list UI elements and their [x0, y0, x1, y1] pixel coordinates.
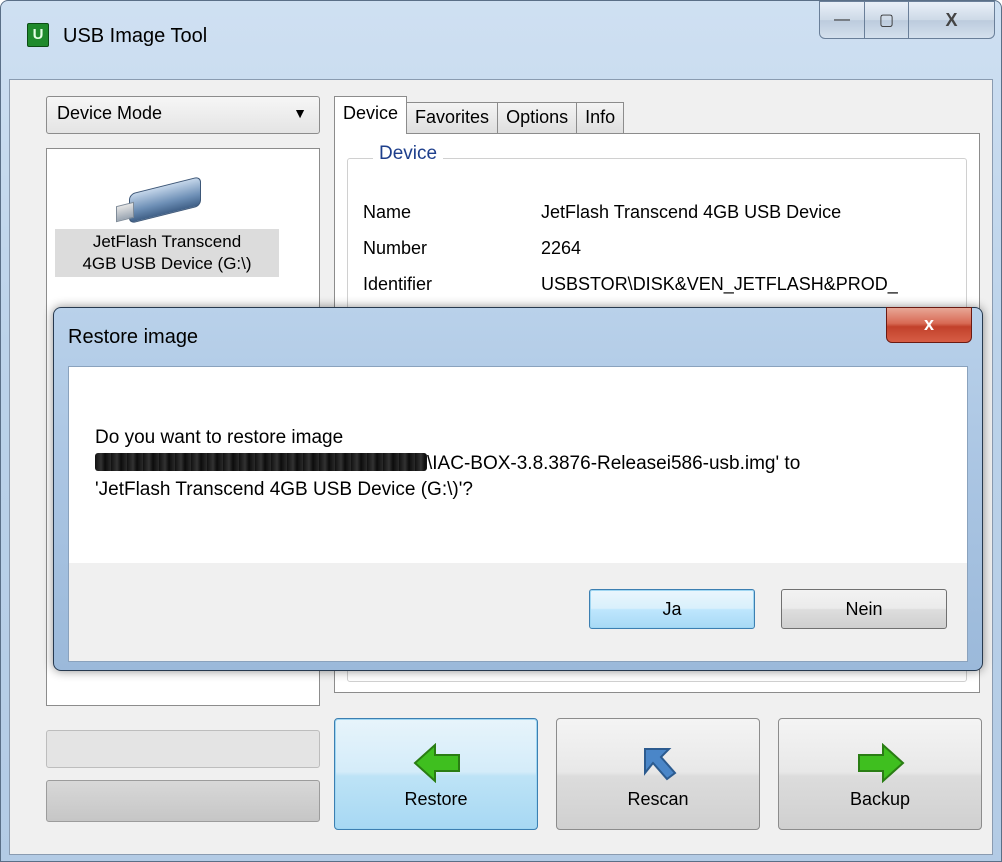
minimize-button[interactable]: — — [819, 1, 865, 39]
restore-button-label: Restore — [404, 789, 468, 809]
tab-favorites[interactable]: Favorites — [406, 102, 499, 134]
device-item-label-line1: JetFlash Transcend — [92, 232, 242, 251]
mode-select-value: Device Mode — [57, 103, 163, 123]
status-field — [46, 730, 320, 768]
prop-identifier-label: Identifier — [363, 274, 433, 294]
dialog-message-area: Do you want to restore image \IAC-BOX-3.… — [69, 367, 967, 563]
arrow-left-icon — [413, 743, 460, 783]
prop-name-value: JetFlash Transcend 4GB USB Device — [541, 202, 842, 222]
backup-button[interactable]: Backup — [778, 718, 982, 830]
dialog-title: Restore image — [68, 326, 199, 348]
minimize-icon: — — [834, 11, 850, 28]
close-button[interactable]: X — [909, 1, 995, 39]
caption-buttons: — ▢ X — [819, 1, 995, 41]
backup-button-label: Backup — [849, 789, 911, 809]
tab-device[interactable]: Device — [334, 96, 408, 134]
rescan-button[interactable]: Rescan — [556, 718, 760, 830]
prop-name-label: Name — [363, 202, 412, 222]
prop-identifier-value: USBSTOR\DISK&VEN_JETFLASH&PROD_ — [541, 274, 898, 294]
restore-image-dialog: Restore image x Do you want to restore i… — [53, 307, 983, 671]
yes-button[interactable]: Ja — [589, 589, 755, 629]
main-window: U USB Image Tool — ▢ X Device Mode ▼ Jet… — [0, 0, 1002, 862]
maximize-button[interactable]: ▢ — [865, 1, 909, 39]
rescan-button-label: Rescan — [627, 789, 689, 809]
window-title: USB Image Tool — [63, 25, 208, 47]
dialog-close-button[interactable]: x — [886, 307, 972, 343]
usb-drive-icon — [129, 176, 201, 224]
arrow-right-icon — [858, 743, 905, 783]
dialog-message-line2: \IAC-BOX-3.8.3876-Releasei586-usb.img' t… — [95, 451, 800, 477]
maximize-icon: ▢ — [878, 12, 895, 29]
title-bar[interactable]: U USB Image Tool — ▢ X — [1, 1, 1001, 79]
device-item-label[interactable]: JetFlash Transcend 4GB USB Device (G:\) — [55, 229, 279, 277]
tab-options[interactable]: Options — [497, 102, 578, 134]
progress-bar — [46, 780, 320, 822]
chevron-down-icon: ▼ — [293, 105, 307, 121]
prop-number-label: Number — [363, 238, 428, 258]
device-group-title: Device — [373, 143, 444, 165]
mode-select[interactable]: Device Mode ▼ — [46, 96, 320, 134]
restore-button[interactable]: Restore — [334, 718, 538, 830]
close-icon: X — [945, 9, 958, 30]
dialog-message-line1: Do you want to restore image — [95, 427, 344, 448]
redacted-path — [95, 453, 427, 471]
no-button[interactable]: Nein — [781, 589, 947, 629]
rescan-icon — [644, 748, 677, 781]
dialog-client-area: Do you want to restore image \IAC-BOX-3.… — [68, 366, 968, 662]
app-icon: U — [27, 23, 49, 47]
close-icon: x — [923, 314, 934, 334]
dialog-message: Do you want to restore image \IAC-BOX-3.… — [95, 425, 800, 503]
tab-strip: Device Favorites Options Info — [334, 96, 625, 134]
device-item-label-line2: 4GB USB Device (G:\) — [82, 254, 252, 273]
prop-number-value: 2264 — [541, 238, 582, 258]
dialog-message-line2-text: \IAC-BOX-3.8.3876-Releasei586-usb.img' t… — [427, 453, 801, 474]
dialog-message-line3: 'JetFlash Transcend 4GB USB Device (G:\)… — [95, 479, 473, 500]
tab-info[interactable]: Info — [576, 102, 625, 134]
